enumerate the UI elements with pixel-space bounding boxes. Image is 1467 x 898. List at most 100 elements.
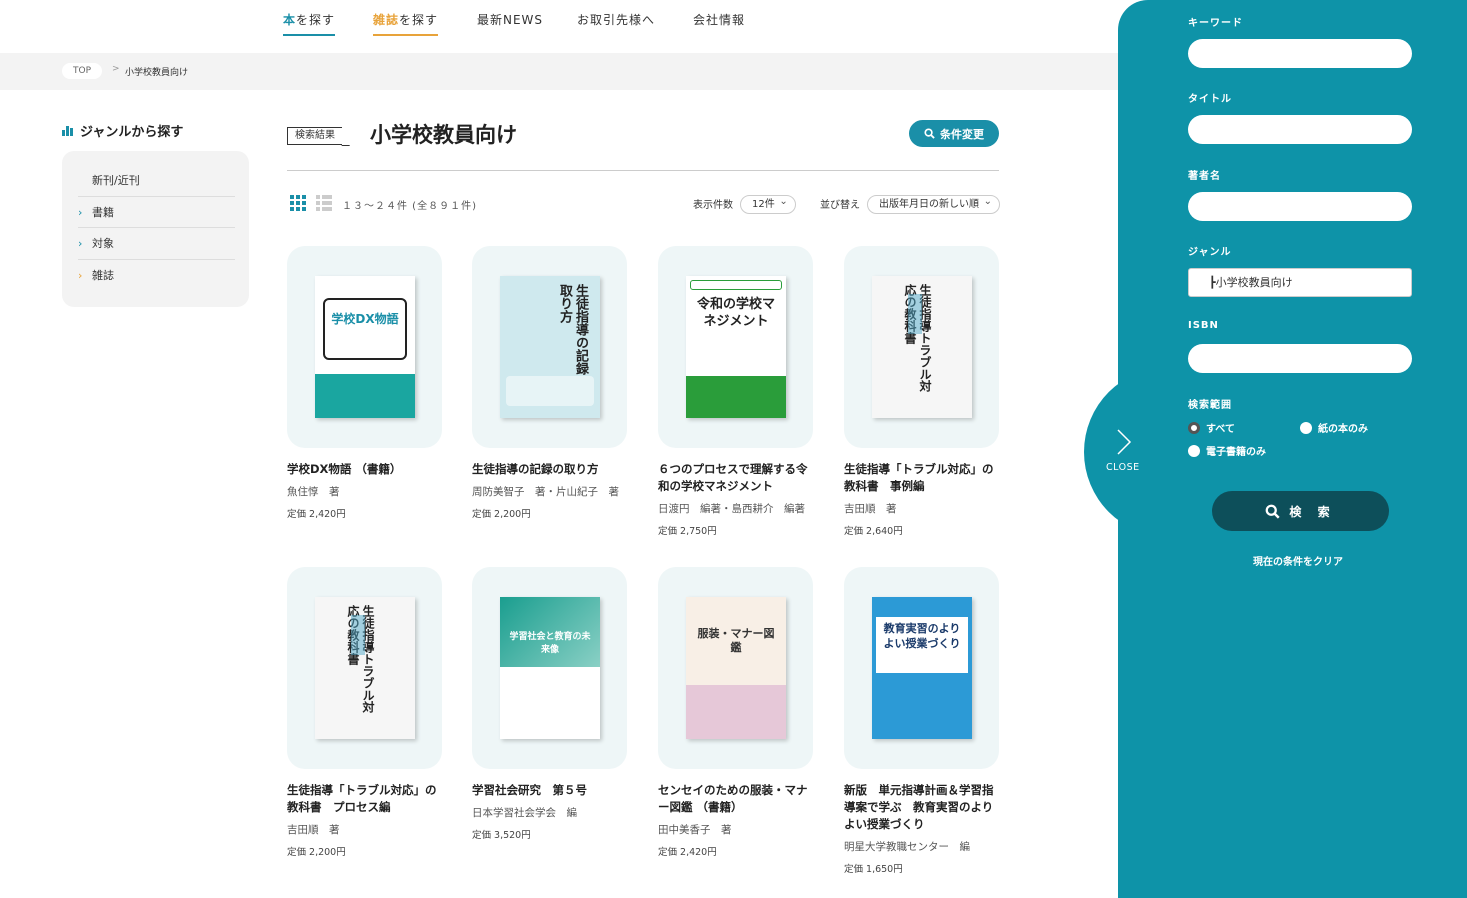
title-label: タイトル <box>1188 94 1232 105</box>
nav-book-search[interactable]: 本を探す <box>283 11 336 36</box>
book-price: 定価 2,640円 <box>844 526 903 537</box>
isbn-label: ISBN <box>1188 320 1219 331</box>
genre-heading: ジャンルから探す <box>62 121 183 140</box>
change-condition-button[interactable]: 条件変更 <box>909 120 999 147</box>
book-title[interactable]: ６つのプロセスで理解する令和の学校マネジメント <box>658 461 808 495</box>
book-card[interactable]: 教育実習のよりよい授業づくり 新版 単元指導計画＆学習指導案で学ぶ 教育実習のよ… <box>844 567 1004 875</box>
breadcrumb: TOP > 小学校教員向け <box>0 53 1118 90</box>
book-cover-image: 教育実習のよりよい授業づくり <box>872 597 972 739</box>
book-author: 吉田順 著 <box>844 503 897 515</box>
breadcrumb-top-link[interactable]: TOP <box>62 63 102 79</box>
chevron-right-icon: › <box>78 268 83 282</box>
result-count: １３～２４件 (全８９１件) <box>342 201 477 212</box>
book-author: 吉田順 著 <box>287 824 340 836</box>
book-author: 日渡円 編著・島西耕介 編著 <box>658 503 805 515</box>
book-author: 日本学習社会学会 編 <box>472 807 577 819</box>
top-navigation: 本を探す 雑誌を探す 最新NEWS お取引先様へ 会社情報 <box>0 0 1118 52</box>
book-price: 定価 2,420円 <box>287 509 346 520</box>
book-cover-image: 生徒指導トラブル対応の教科書 <box>872 276 972 418</box>
search-result-tag: 検索結果 <box>287 127 342 145</box>
book-cover-area[interactable]: 生徒指導トラブル対応の教科書 <box>287 567 442 769</box>
nav-partners[interactable]: お取引先様へ <box>577 11 655 34</box>
radio-icon <box>1188 444 1200 457</box>
book-cover-image: 学習社会と教育の未来像 <box>500 597 600 739</box>
divider <box>287 170 999 171</box>
book-author: 明星大学教職センター 編 <box>844 841 970 853</box>
book-cover-image: 服装・マナー図鑑 <box>686 597 786 739</box>
page-title: 小学校教員向け <box>370 123 517 147</box>
book-cover-area[interactable]: 教育実習のよりよい授業づくり <box>844 567 999 769</box>
genre-item-magazine[interactable]: › 雑誌 <box>78 260 235 292</box>
book-author: 田中美香子 著 <box>658 824 732 836</box>
book-cover-area[interactable]: 生徒指導トラブル対応の教科書 <box>844 246 999 448</box>
breadcrumb-separator: > <box>112 64 120 74</box>
genre-item-target[interactable]: › 対象 <box>78 228 235 260</box>
book-card[interactable]: 生徒指導トラブル対応の教科書 生徒指導「トラブル対応」の教科書 事例編 吉田順 … <box>844 246 1004 537</box>
book-title[interactable]: 新版 単元指導計画＆学習指導案で学ぶ 教育実習のよりよい授業づくり <box>844 782 994 833</box>
book-title[interactable]: 学校DX物語 （書籍） <box>287 461 437 478</box>
book-cover-image: 令和の学校マネジメント <box>686 276 786 418</box>
book-price: 定価 2,420円 <box>658 847 717 858</box>
scope-label: 検索範囲 <box>1188 400 1232 411</box>
genre-item-new[interactable]: 新刊/近刊 <box>78 165 235 197</box>
radio-selected-icon <box>1188 421 1200 434</box>
book-card[interactable]: 生徒指導トラブル対応の教科書 生徒指導「トラブル対応」の教科書 プロセス編 吉田… <box>287 567 447 858</box>
chevron-right-icon[interactable] <box>1116 428 1132 456</box>
nav-news[interactable]: 最新NEWS <box>477 11 543 34</box>
book-title[interactable]: センセイのための服装・マナー図鑑 （書籍） <box>658 782 808 816</box>
book-card[interactable]: 生徒指導の記録の取り方 生徒指導の記録の取り方 周防美智子 著・片山紀子 著 定… <box>472 246 632 520</box>
book-cover-image: 学校DX物語 <box>315 276 415 418</box>
scope-radio-paper[interactable]: 紙の本のみ <box>1300 420 1368 435</box>
chevron-right-icon: › <box>78 205 83 219</box>
list-view-icon[interactable] <box>316 195 332 211</box>
book-price: 定価 3,520円 <box>472 830 531 841</box>
book-card[interactable]: 服装・マナー図鑑 センセイのための服装・マナー図鑑 （書籍） 田中美香子 著 定… <box>658 567 818 858</box>
book-title[interactable]: 学習社会研究 第５号 <box>472 782 622 799</box>
isbn-input[interactable] <box>1188 344 1412 373</box>
book-cover-area[interactable]: 生徒指導の記録の取り方 <box>472 246 627 448</box>
book-price: 定価 2,200円 <box>287 847 346 858</box>
author-input[interactable] <box>1188 192 1412 221</box>
genre-select[interactable]: ┣小学校教員向け <box>1188 268 1412 297</box>
book-card[interactable]: 学習社会と教育の未来像 学習社会研究 第５号 日本学習社会学会 編 定価 3,5… <box>472 567 632 841</box>
radio-icon <box>1300 421 1312 434</box>
search-icon <box>1266 504 1281 519</box>
bar-chart-icon <box>62 125 73 136</box>
scope-radio-ebook[interactable]: 電子書籍のみ <box>1188 443 1266 458</box>
nav-company[interactable]: 会社情報 <box>693 11 745 34</box>
author-label: 著者名 <box>1188 171 1221 182</box>
scope-radio-all[interactable]: すべて <box>1188 420 1235 435</box>
book-price: 定価 1,650円 <box>844 864 903 875</box>
keyword-input[interactable] <box>1188 39 1412 68</box>
book-title[interactable]: 生徒指導「トラブル対応」の教科書 事例編 <box>844 461 994 495</box>
book-title[interactable]: 生徒指導「トラブル対応」の教科書 プロセス編 <box>287 782 437 816</box>
search-icon <box>924 128 935 139</box>
book-price: 定価 2,200円 <box>472 509 531 520</box>
sort-select[interactable]: 出版年月日の新しい順 <box>867 193 1000 214</box>
book-cover-area[interactable]: 服装・マナー図鑑 <box>658 567 813 769</box>
genre-item-books[interactable]: › 書籍 <box>78 197 235 228</box>
book-price: 定価 2,750円 <box>658 526 717 537</box>
book-author: 魚住惇 著 <box>287 486 340 498</box>
book-cover-area[interactable]: 学校DX物語 <box>287 246 442 448</box>
book-cover-area[interactable]: 学習社会と教育の未来像 <box>472 567 627 769</box>
book-cover-area[interactable]: 令和の学校マネジメント <box>658 246 813 448</box>
breadcrumb-current: 小学校教員向け <box>125 68 189 78</box>
book-title[interactable]: 生徒指導の記録の取り方 <box>472 461 622 478</box>
book-card[interactable]: 学校DX物語 学校DX物語 （書籍） 魚住惇 著 定価 2,420円 <box>287 246 447 520</box>
nav-magazine-search[interactable]: 雑誌を探す <box>373 11 439 36</box>
book-card[interactable]: 令和の学校マネジメント ６つのプロセスで理解する令和の学校マネジメント 日渡円 … <box>658 246 818 537</box>
book-cover-image: 生徒指導トラブル対応の教科書 <box>315 597 415 739</box>
clear-conditions-link[interactable]: 現在の条件をクリア <box>1253 553 1343 568</box>
keyword-label: キーワード <box>1188 18 1243 29</box>
close-label[interactable]: CLOSE <box>1106 462 1140 473</box>
book-cover-image: 生徒指導の記録の取り方 <box>500 276 600 418</box>
book-author: 周防美智子 著・片山紀子 著 <box>472 486 619 498</box>
title-input[interactable] <box>1188 115 1412 144</box>
per-page-select[interactable]: 12件 <box>740 193 796 214</box>
genre-list: 新刊/近刊 › 書籍 › 対象 › 雑誌 <box>62 151 249 307</box>
search-button[interactable]: 検 索 <box>1212 491 1389 531</box>
per-page-label: 表示件数 <box>693 200 733 211</box>
chevron-right-icon: › <box>78 237 83 250</box>
grid-view-icon[interactable] <box>290 195 306 211</box>
